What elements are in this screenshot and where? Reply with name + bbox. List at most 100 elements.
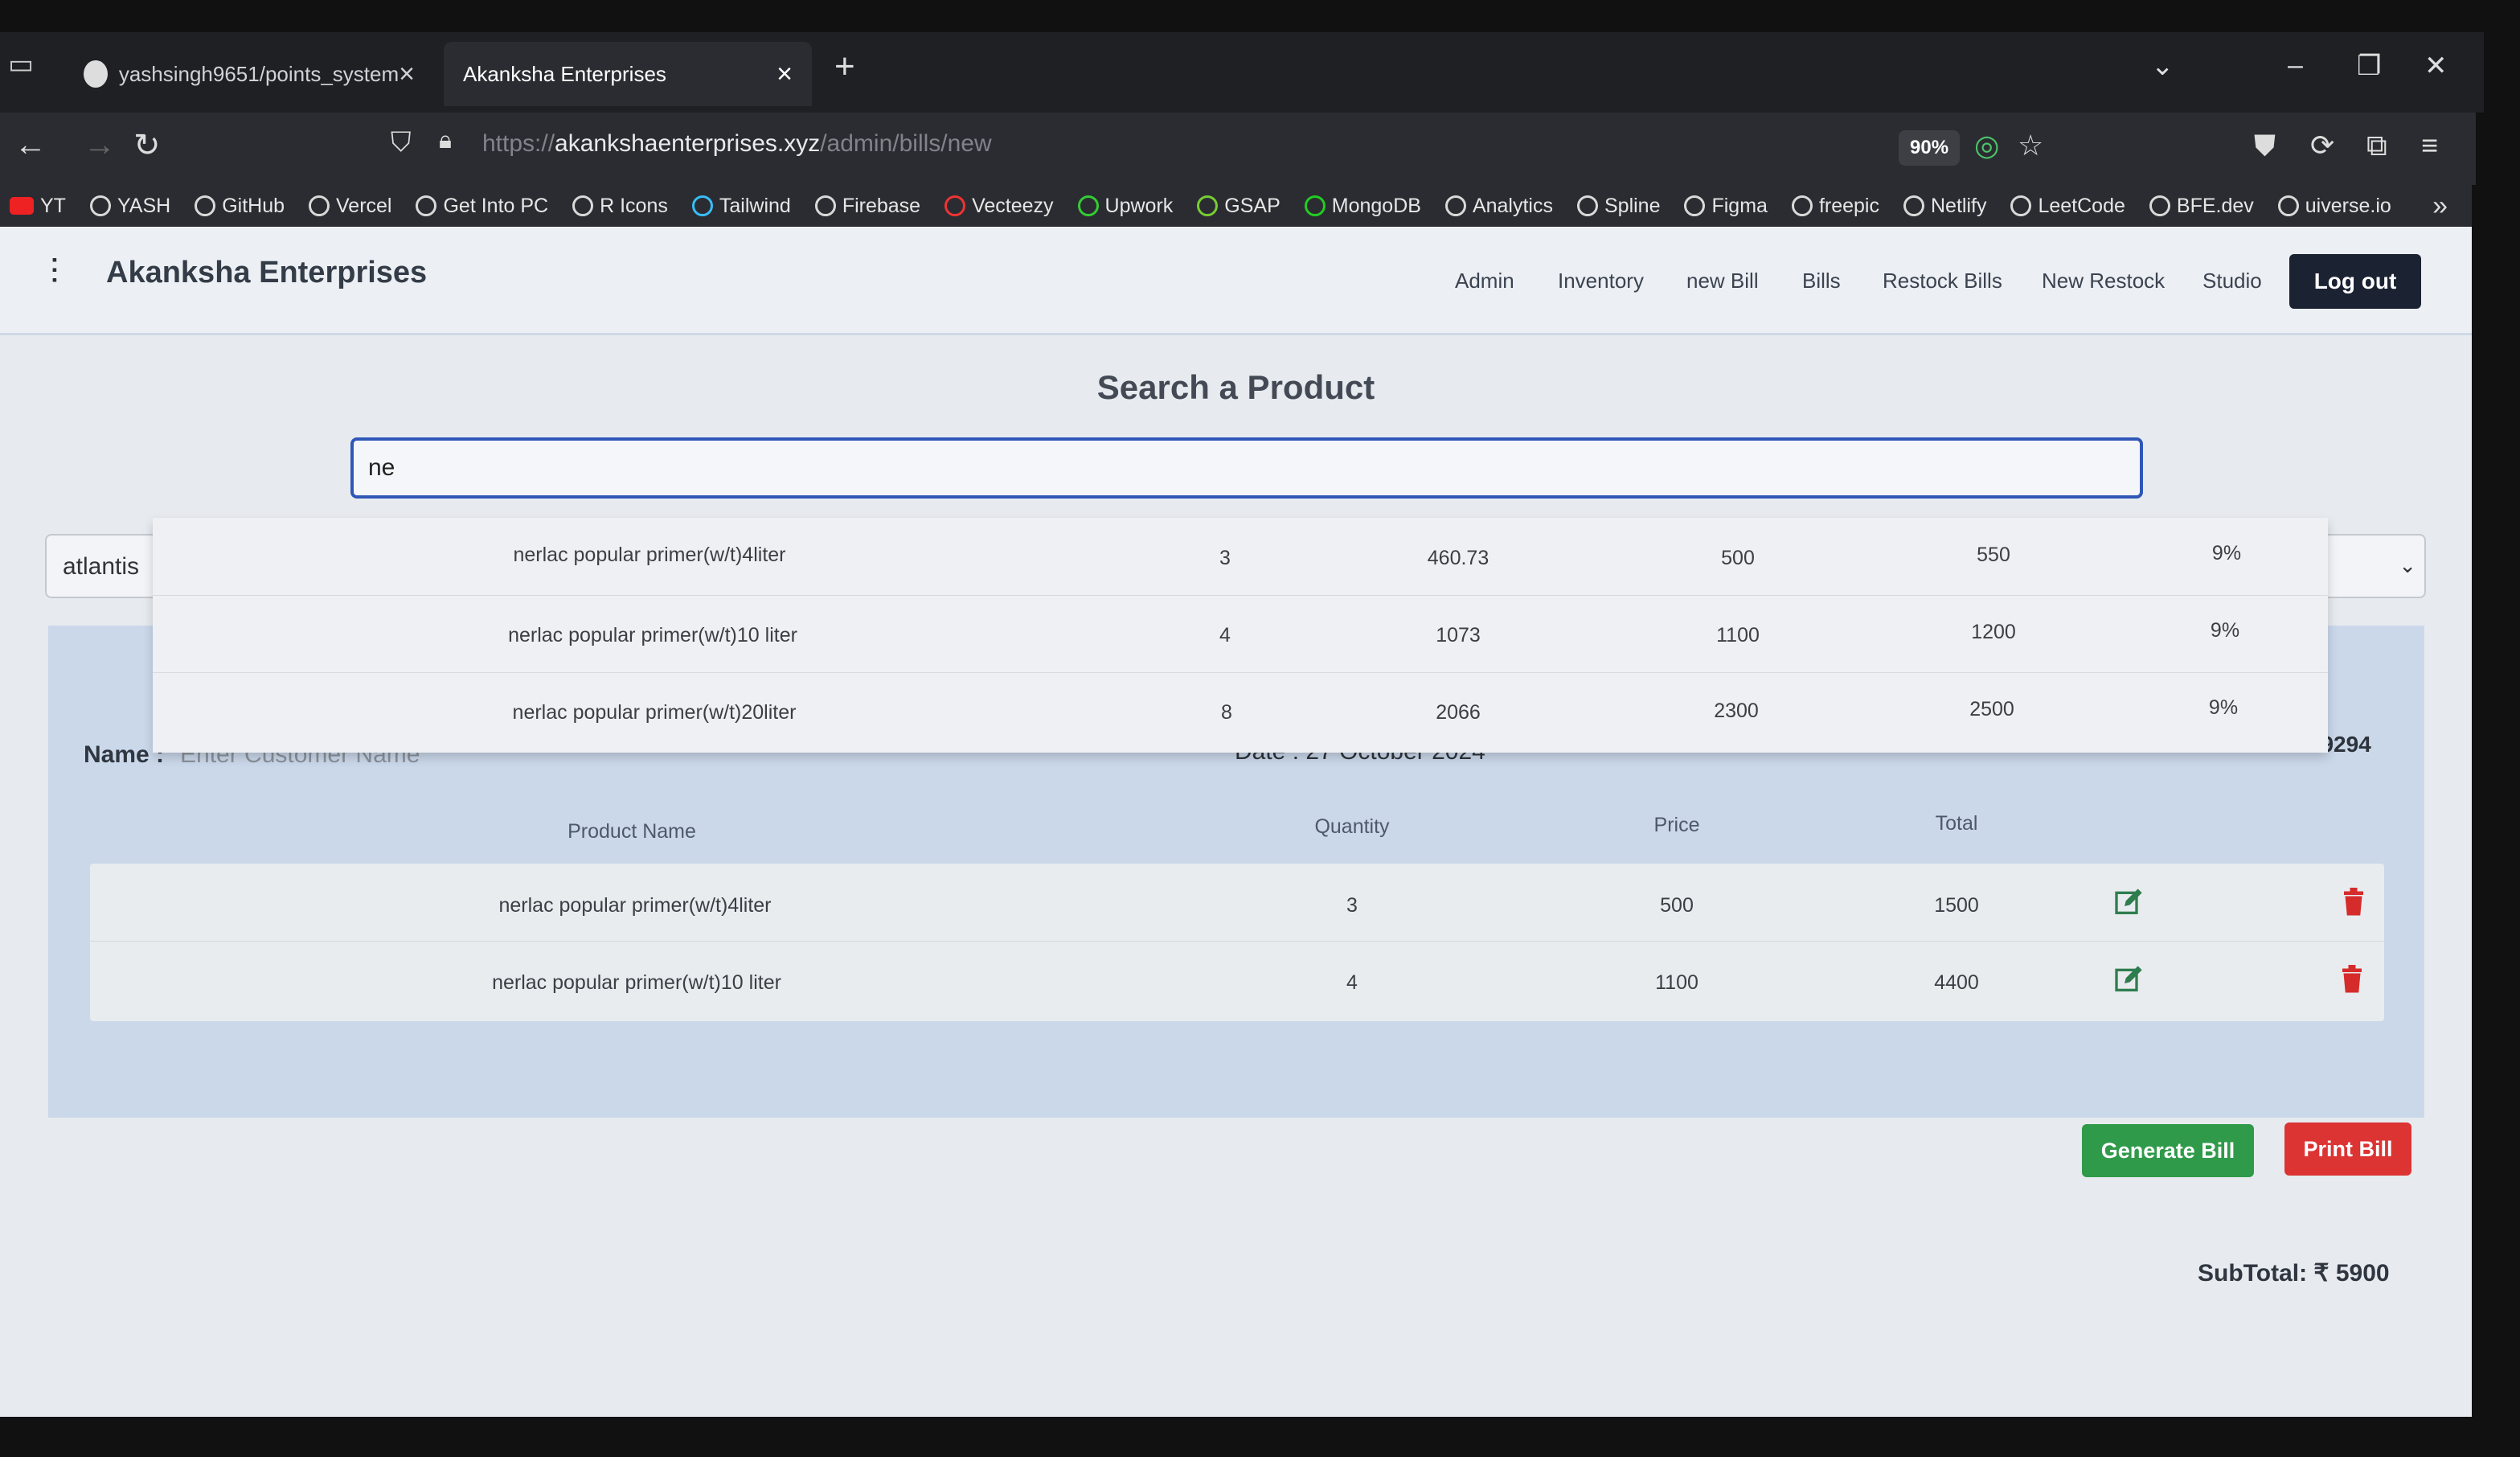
minimize-icon[interactable]: –: [2288, 50, 2303, 81]
bookmark-mongodb[interactable]: MongoDB: [1304, 195, 1421, 218]
globe-icon: [1791, 195, 1813, 216]
bookmark-ricons[interactable]: R Icons: [572, 195, 668, 218]
globe-icon: [89, 195, 111, 216]
result-stock: 3: [1219, 547, 1231, 569]
close-tab-icon[interactable]: ×: [399, 59, 415, 90]
globe-icon: [1684, 195, 1706, 216]
globe-icon: [309, 195, 330, 216]
result-cost: 2066: [1436, 701, 1481, 724]
result-price: 500: [1721, 547, 1755, 569]
bookmark-bfedev[interactable]: BFE.dev: [2149, 195, 2254, 218]
bookmark-star-icon[interactable]: ☆: [2018, 129, 2043, 162]
forward-icon[interactable]: →: [84, 127, 116, 163]
reload-icon[interactable]: ↻: [133, 127, 161, 164]
item-price: 500: [1660, 894, 1694, 917]
bookmark-vecteezy[interactable]: Vecteezy: [944, 195, 1054, 218]
bookmark-yash[interactable]: YASH: [89, 195, 170, 218]
bookmark-figma[interactable]: Figma: [1684, 195, 1768, 218]
nav-studio[interactable]: Studio: [2202, 269, 2262, 293]
bookmark-uiverse[interactable]: uiverse.io: [2277, 195, 2391, 218]
nav-inventory[interactable]: Inventory: [1558, 269, 1644, 293]
github-icon: [195, 195, 216, 216]
item-price: 1100: [1655, 971, 1698, 994]
shield-icon[interactable]: ⛉: [391, 127, 412, 158]
bookmarks-overflow-icon[interactable]: »: [2432, 191, 2448, 222]
edit-icon[interactable]: [2112, 963, 2145, 995]
nav-admin[interactable]: Admin: [1455, 269, 1514, 293]
google-icon: [814, 195, 836, 216]
tab-overflow-icon[interactable]: ⌄: [2151, 50, 2174, 82]
result-stock: 8: [1221, 701, 1232, 724]
new-tab-icon[interactable]: +: [834, 47, 855, 87]
back-icon[interactable]: ←: [14, 127, 47, 163]
generate-bill-button[interactable]: Generate Bill: [2082, 1124, 2254, 1177]
close-tab-icon[interactable]: ×: [776, 59, 793, 90]
bookmarks-bar: YT YASH GitHub Vercel Get Into PC R Icon…: [0, 185, 2472, 227]
nav-new-bill[interactable]: new Bill: [1686, 269, 1759, 293]
tab-list-icon[interactable]: ▭: [8, 48, 34, 80]
bookmark-spline[interactable]: Spline: [1576, 195, 1660, 218]
search-result-row[interactable]: nerlac popular primer(w/t)10 liter 4 107…: [153, 595, 2328, 673]
bookmark-vercel[interactable]: Vercel: [309, 195, 391, 218]
tab-title: yashsingh9651/points_system: [118, 61, 400, 86]
browser-tab-bar: ▭ yashsingh9651/points_system × Akanksha…: [0, 32, 2484, 113]
brand-logo-icon: ⫶: [50, 252, 59, 292]
product-search-input[interactable]: [350, 437, 2143, 499]
extension-circle-icon[interactable]: ◎: [1974, 129, 1999, 162]
bookmark-tailwind[interactable]: Tailwind: [691, 195, 791, 218]
search-result-row[interactable]: nerlac popular primer(w/t)4liter 3 460.7…: [153, 518, 2328, 596]
google-icon: [416, 195, 437, 216]
nav-new-restock[interactable]: New Restock: [2042, 269, 2165, 293]
table-row: nerlac popular primer(w/t)10 liter 4 110…: [90, 941, 2384, 1018]
store-select-dropdown[interactable]: ⌄: [2323, 534, 2426, 598]
item-total: 4400: [1934, 971, 1979, 994]
print-bill-button[interactable]: Print Bill: [2284, 1123, 2411, 1176]
lock-icon[interactable]: 🔒︎: [439, 127, 452, 154]
extensions-icon[interactable]: ⧉: [2366, 129, 2387, 163]
bookmark-getintopc[interactable]: Get Into PC: [416, 195, 548, 218]
pocket-icon[interactable]: ⛊: [2254, 129, 2276, 163]
bookmark-github[interactable]: GitHub: [195, 195, 285, 218]
search-result-row[interactable]: nerlac popular primer(w/t)20liter 8 2066…: [153, 672, 2328, 749]
tab-akanksha[interactable]: Akanksha Enterprises ×: [444, 42, 812, 106]
tab-points-system[interactable]: yashsingh9651/points_system ×: [64, 42, 434, 106]
result-stock: 4: [1219, 624, 1231, 646]
delete-icon[interactable]: [2342, 888, 2366, 917]
brand-name[interactable]: Akanksha Enterprises: [106, 256, 427, 290]
search-results-dropdown: nerlac popular primer(w/t)4liter 3 460.7…: [153, 518, 2328, 753]
tab-title: Akanksha Enterprises: [463, 61, 666, 86]
menu-icon[interactable]: ≡: [2421, 129, 2438, 162]
subtotal: SubTotal: ₹ 5900: [2198, 1260, 2390, 1287]
search-title: Search a Product: [1096, 368, 1375, 406]
column-price: Price: [1653, 814, 1700, 836]
bookmark-freepic[interactable]: freepic: [1791, 195, 1879, 218]
bookmark-leetcode[interactable]: LeetCode: [2010, 195, 2125, 218]
result-name: nerlac popular primer(w/t)20liter: [512, 701, 797, 724]
bookmark-upwork[interactable]: Upwork: [1077, 195, 1173, 218]
logout-button[interactable]: Log out: [2289, 254, 2421, 309]
window-close-icon[interactable]: ✕: [2424, 50, 2448, 82]
column-quantity: Quantity: [1314, 815, 1390, 838]
nav-bills[interactable]: Bills: [1802, 269, 1841, 293]
gsap-icon: [1197, 195, 1219, 216]
result-price: 2300: [1714, 700, 1759, 722]
item-name: nerlac popular primer(w/t)4liter: [498, 894, 772, 917]
globe-icon: [1576, 195, 1598, 216]
sync-icon[interactable]: ⟳: [2310, 129, 2334, 162]
edit-icon[interactable]: [2112, 886, 2145, 918]
restore-icon[interactable]: ❐: [2357, 50, 2381, 82]
tailwind-icon: [691, 195, 713, 216]
result-name: nerlac popular primer(w/t)10 liter: [508, 624, 797, 646]
globe-icon: [2277, 195, 2299, 216]
bookmark-gsap[interactable]: GSAP: [1197, 195, 1280, 218]
bookmark-firebase[interactable]: Firebase: [814, 195, 920, 218]
zoom-level-badge[interactable]: 90%: [1899, 130, 1961, 166]
bookmark-netlify[interactable]: Netlify: [1903, 195, 1986, 218]
address-input[interactable]: https://akankshaenterprises.xyz/admin/bi…: [482, 130, 992, 158]
bookmark-yt[interactable]: YT: [10, 195, 66, 218]
globe-icon: [2010, 195, 2032, 216]
delete-icon[interactable]: [2340, 965, 2364, 994]
bookmark-analytics[interactable]: Analytics: [1444, 195, 1553, 218]
nav-restock-bills[interactable]: Restock Bills: [1883, 269, 2002, 293]
globe-icon: [2149, 195, 2170, 216]
